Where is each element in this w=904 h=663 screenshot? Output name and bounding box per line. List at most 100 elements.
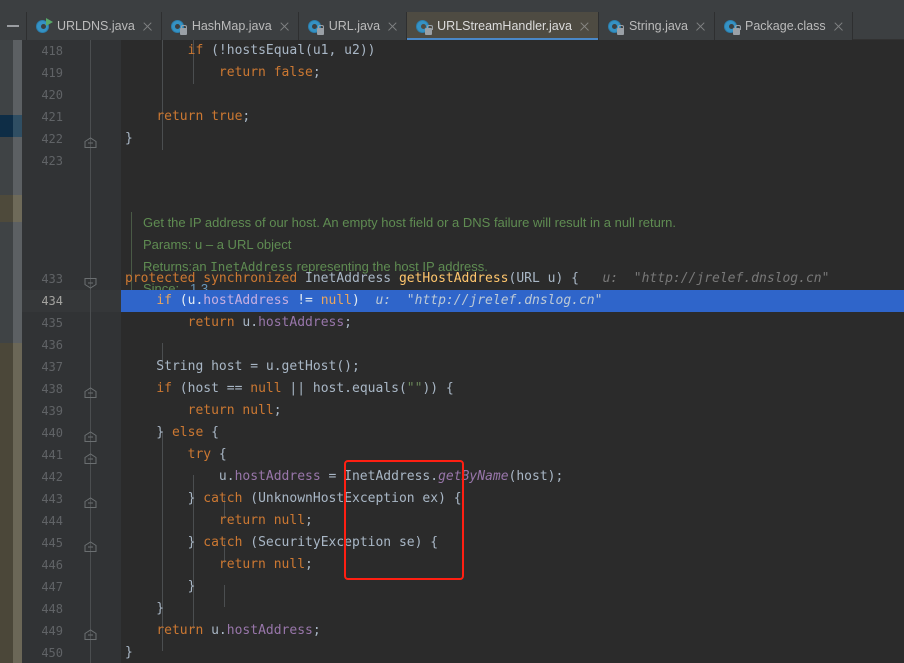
java-class-readonly-icon: [307, 19, 325, 35]
line-number: 445: [41, 536, 63, 550]
line-number: 446: [41, 558, 63, 572]
code-editor[interactable]: 418 419 420 421 422 423 433 434 435 436 437 438 439 4…: [0, 40, 904, 663]
close-icon[interactable]: [579, 21, 590, 32]
error-stripe-marker-panel[interactable]: [0, 40, 13, 663]
code-line[interactable]: } else {: [121, 422, 904, 444]
tab-string-java[interactable]: String.java: [598, 12, 715, 40]
close-icon[interactable]: [387, 21, 398, 32]
close-icon[interactable]: [142, 21, 153, 32]
line-number: 423: [41, 154, 63, 168]
tab-urldns-java[interactable]: URLDNS.java: [27, 12, 162, 40]
tab-urlstreamhandler-java[interactable]: URLStreamHandler.java: [407, 12, 599, 41]
code-line[interactable]: return null;: [121, 400, 904, 422]
line-number: 434: [41, 294, 63, 308]
fold-marker[interactable]: [84, 422, 97, 444]
code-line[interactable]: protected synchronized InetAddress getHo…: [121, 268, 904, 290]
tab-label: Package.class: [745, 19, 826, 33]
line-number: 450: [41, 646, 63, 660]
code-line[interactable]: if (!hostsEqual(u1, u2)): [121, 40, 904, 62]
code-line[interactable]: u.hostAddress = InetAddress.getByName(ho…: [121, 466, 904, 488]
java-class-readonly-icon: [607, 19, 625, 35]
java-class-readonly-icon: [724, 19, 741, 35]
tab-package-class[interactable]: Package.class: [715, 12, 853, 40]
tab-label: String.java: [628, 19, 688, 33]
javadoc-params: Params: u – a URL object: [121, 234, 904, 256]
code-line[interactable]: return null;: [121, 510, 904, 532]
line-number: 433: [41, 272, 63, 286]
fold-marker[interactable]: [84, 488, 97, 510]
inlay-hint: u: "http://jrelef.dnslog.cn": [375, 293, 603, 308]
line-number: 435: [41, 316, 63, 330]
line-number: 443: [41, 492, 63, 506]
fold-marker[interactable]: [84, 128, 97, 150]
scrollbar-thumb[interactable]: [13, 40, 22, 663]
code-line-current[interactable]: if (u.hostAddress != null) u: "http://jr…: [121, 290, 904, 312]
javadoc-params-label: Params:: [143, 237, 192, 252]
close-icon[interactable]: [279, 21, 290, 32]
line-number: 449: [41, 624, 63, 638]
code-line[interactable]: return true;: [121, 106, 904, 128]
tab-label: URLDNS.java: [57, 19, 135, 33]
tab-label: HashMap.java: [191, 19, 272, 33]
scroll-marker-changed-block: [13, 195, 22, 222]
line-number: 440: [41, 426, 63, 440]
ide-window: URLDNS.java HashMap.java URL.java URLStr…: [0, 0, 904, 663]
line-number: 422: [41, 132, 63, 146]
scroll-marker-changed-block: [13, 343, 22, 663]
line-number: 420: [41, 88, 63, 102]
line-number: 418: [41, 44, 63, 58]
code-line[interactable]: [121, 334, 904, 356]
fold-marker[interactable]: [84, 378, 97, 400]
code-line[interactable]: if (host == null || host.equals("")) {: [121, 378, 904, 400]
code-line[interactable]: }: [121, 576, 904, 598]
code-line[interactable]: return null;: [121, 554, 904, 576]
editor-tab-bar: URLDNS.java HashMap.java URL.java URLStr…: [0, 0, 904, 41]
code-line[interactable]: return false;: [121, 62, 904, 84]
marker-changed-block[interactable]: [0, 343, 13, 663]
line-number: 437: [41, 360, 63, 374]
java-class-runnable-icon: [36, 17, 53, 34]
inlay-hint: u: "http://jrelef.dnslog.cn": [602, 271, 830, 286]
tab-label: URL.java: [328, 19, 381, 33]
gutter-current-line-highlight: [22, 290, 121, 312]
line-number: 419: [41, 66, 63, 80]
line-number: 438: [41, 382, 63, 396]
code-line[interactable]: String host = u.getHost();: [121, 356, 904, 378]
code-line[interactable]: }: [121, 598, 904, 620]
code-line[interactable]: } catch (SecurityException se) {: [121, 532, 904, 554]
fold-marker[interactable]: [84, 268, 97, 290]
line-number: 448: [41, 602, 63, 616]
code-line[interactable]: try {: [121, 444, 904, 466]
java-class-readonly-icon: [170, 19, 188, 35]
code-line[interactable]: } catch (UnknownHostException ex) {: [121, 488, 904, 510]
marker-current-line[interactable]: [0, 115, 13, 137]
line-number: 444: [41, 514, 63, 528]
scroll-marker-current-line: [13, 115, 22, 137]
fold-marker[interactable]: [84, 532, 97, 554]
code-line[interactable]: }: [121, 128, 904, 150]
line-number: 421: [41, 110, 63, 124]
code-line[interactable]: }: [121, 642, 904, 663]
line-number: 447: [41, 580, 63, 594]
line-number: 439: [41, 404, 63, 418]
line-number: 441: [41, 448, 63, 462]
code-line[interactable]: [121, 84, 904, 106]
tab-label: URLStreamHandler.java: [437, 19, 572, 33]
line-number: 436: [41, 338, 63, 352]
marker-changed-block[interactable]: [0, 195, 13, 222]
java-class-readonly-icon: [416, 19, 433, 35]
tab-url-java[interactable]: URL.java: [298, 12, 408, 40]
code-content-area[interactable]: if (!hostsEqual(u1, u2)) return false; r…: [121, 40, 904, 663]
close-icon[interactable]: [833, 21, 844, 32]
code-line[interactable]: [121, 150, 904, 172]
code-line[interactable]: return u.hostAddress;: [121, 620, 904, 642]
collapse-button[interactable]: [0, 12, 27, 40]
fold-marker[interactable]: [84, 444, 97, 466]
tab-hashmap-java[interactable]: HashMap.java: [161, 12, 299, 40]
editor-gutter[interactable]: 418 419 420 421 422 423 433 434 435 436 437 438 439 4…: [22, 40, 121, 663]
line-number: 442: [41, 470, 63, 484]
fold-marker[interactable]: [84, 620, 97, 642]
vertical-scrollbar[interactable]: [13, 40, 22, 663]
code-line[interactable]: return u.hostAddress;: [121, 312, 904, 334]
close-icon[interactable]: [695, 21, 706, 32]
